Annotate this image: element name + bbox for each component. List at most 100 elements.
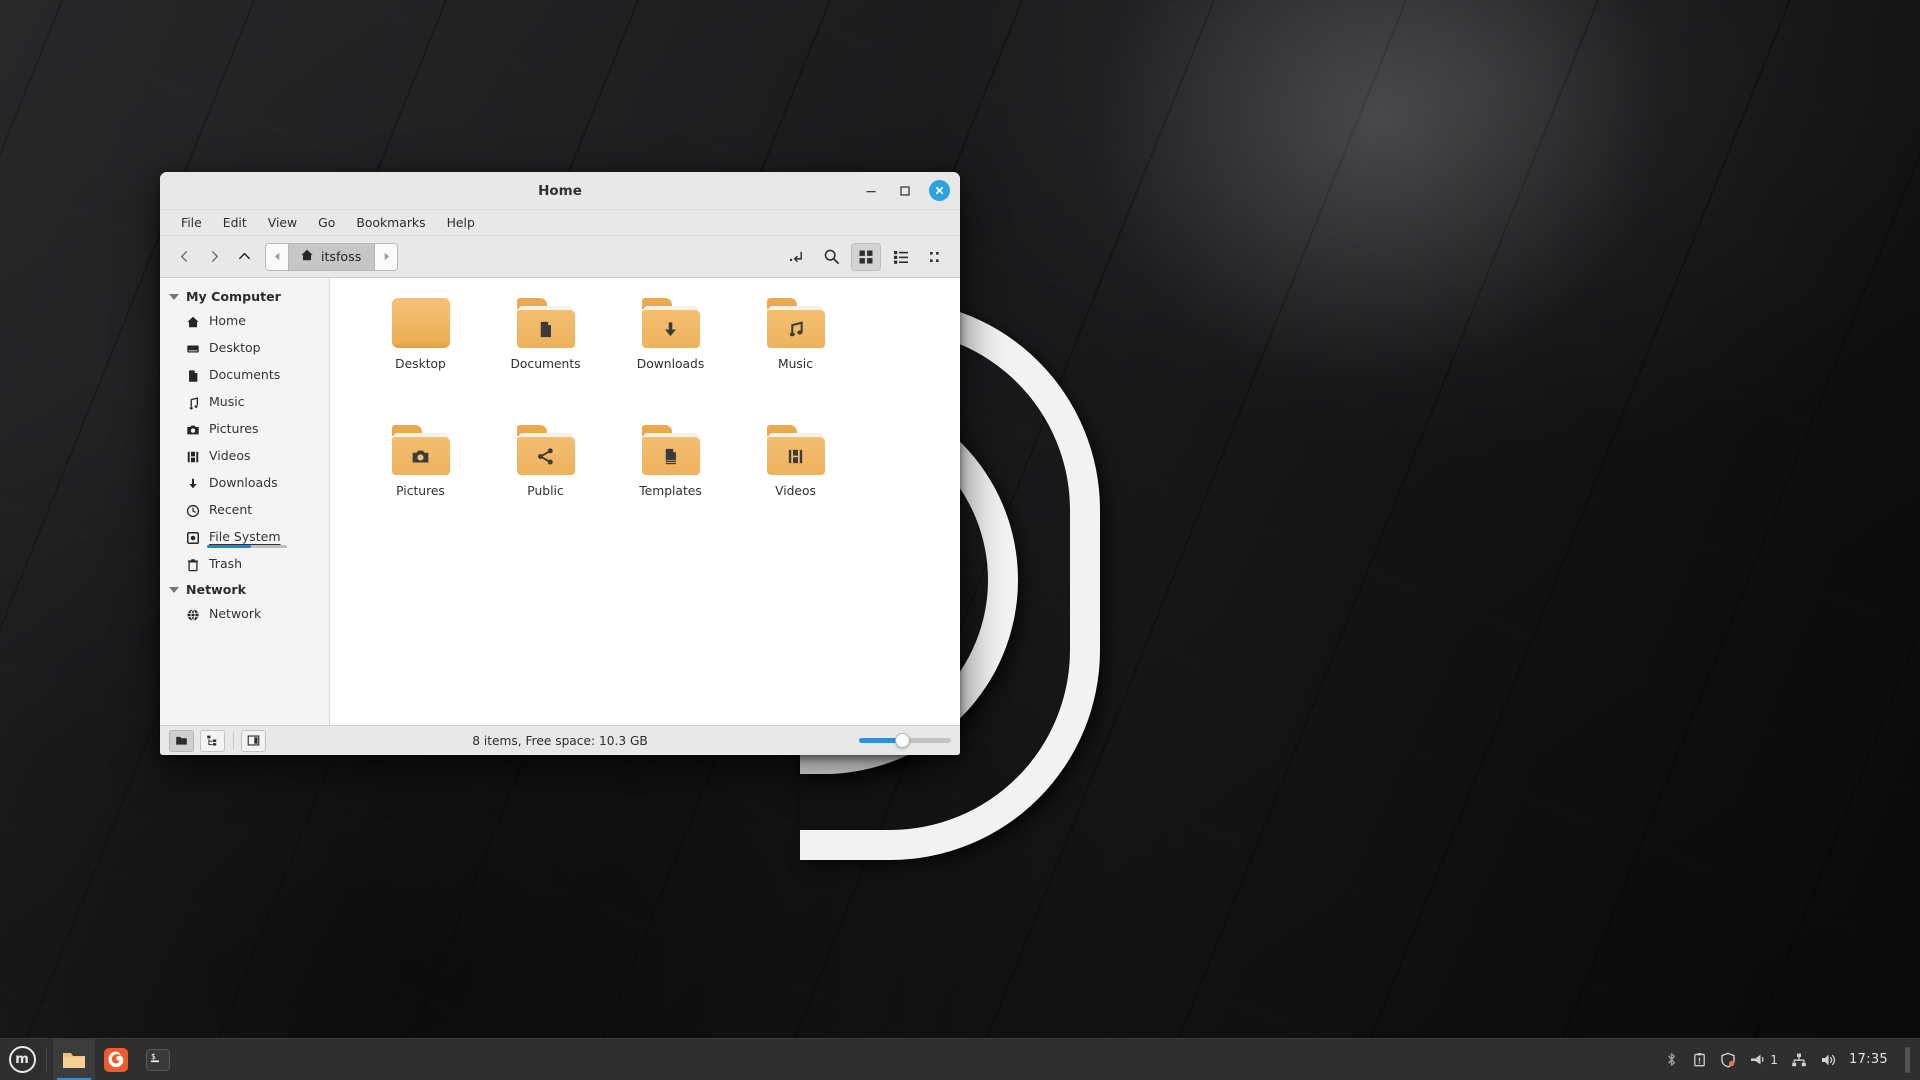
sidebar-group-network[interactable]: Network <box>160 578 329 601</box>
file-item-templates[interactable]: Templates <box>608 421 733 548</box>
file-item-documents[interactable]: Documents <box>483 294 608 421</box>
folder-film-icon <box>767 425 825 475</box>
sidebar-item-label: Pictures <box>209 423 259 436</box>
network-icon[interactable] <box>1791 1052 1807 1068</box>
sidebar-item-trash[interactable]: Trash <box>160 551 329 578</box>
taskbar-item-terminal[interactable]: $ <box>137 1039 179 1080</box>
taskbar[interactable]: m $ <box>0 1038 1920 1080</box>
path-entry-button[interactable] <box>781 243 811 271</box>
menubar[interactable]: File Edit View Go Bookmarks Help <box>160 210 960 236</box>
sidebar-item-network[interactable]: Network <box>160 601 329 628</box>
taskbar-item-file-manager[interactable] <box>53 1039 95 1080</box>
file-grid[interactable]: Desktop Documents <box>330 278 960 725</box>
shield-icon[interactable] <box>1720 1052 1736 1068</box>
taskbar-item-firefox[interactable] <box>95 1039 137 1080</box>
close-button[interactable] <box>929 180 950 201</box>
clock-icon <box>185 503 200 518</box>
notification-bell-icon[interactable] <box>1749 1052 1765 1068</box>
breadcrumb-crumb-itsfoss[interactable]: itsfoss <box>288 244 375 270</box>
maximize-button[interactable] <box>895 181 915 201</box>
system-tray[interactable]: 1 17:35 <box>1664 1047 1920 1073</box>
forward-button[interactable] <box>199 243 229 271</box>
plain-folder-icon <box>392 298 450 348</box>
statusbar-divider <box>233 732 234 749</box>
list-view-button[interactable] <box>886 243 916 271</box>
sidebar-item-label: File System <box>209 531 281 544</box>
folder-camera-icon <box>392 425 450 475</box>
folder-music-icon <box>767 298 825 348</box>
clock[interactable]: 17:35 <box>1849 1052 1888 1067</box>
menu-file[interactable]: File <box>172 213 211 232</box>
expander-triangle-icon[interactable] <box>169 587 179 593</box>
bluetooth-icon[interactable] <box>1664 1052 1679 1067</box>
desktop-icon <box>185 341 200 356</box>
sidebar-group-my-computer[interactable]: My Computer <box>160 285 329 308</box>
sidebar-item-documents[interactable]: Documents <box>160 362 329 389</box>
file-label: Pictures <box>396 484 445 498</box>
sidebar-group-label: My Computer <box>186 289 281 304</box>
file-label: Templates <box>639 484 702 498</box>
panel-grip-handle[interactable] <box>1905 1047 1910 1073</box>
breadcrumb[interactable]: itsfoss <box>265 243 398 271</box>
sidebar[interactable]: My Computer Home Desktop <box>160 278 330 725</box>
sidebar-item-desktop[interactable]: Desktop <box>160 335 329 362</box>
globe-icon <box>185 607 200 622</box>
file-item-downloads[interactable]: Downloads <box>608 294 733 421</box>
start-menu-button[interactable]: m <box>0 1039 44 1080</box>
sidebar-item-file-system[interactable]: File System <box>160 524 329 551</box>
file-item-public[interactable]: Public <box>483 421 608 548</box>
sidebar-item-label: Desktop <box>209 342 261 355</box>
menu-go[interactable]: Go <box>309 213 344 232</box>
file-label: Documents <box>510 357 580 371</box>
breadcrumb-label: itsfoss <box>321 249 361 264</box>
menu-view[interactable]: View <box>259 213 306 232</box>
status-text: 8 items, Free space: 10.3 GB <box>160 734 960 748</box>
file-label: Desktop <box>395 357 446 371</box>
statusbar[interactable]: 8 items, Free space: 10.3 GB <box>160 725 960 755</box>
file-label: Public <box>527 484 563 498</box>
places-view-button[interactable] <box>169 730 194 752</box>
menu-edit[interactable]: Edit <box>214 213 256 232</box>
notification-count: 1 <box>1770 1052 1778 1067</box>
sidebar-item-label: Videos <box>209 450 251 463</box>
trash-icon <box>185 557 200 572</box>
desktop[interactable]: Home File Edit View Go Bookmarks <box>0 0 1920 1080</box>
window-controls[interactable] <box>861 180 950 201</box>
file-item-music[interactable]: Music <box>733 294 858 421</box>
zoom-slider-handle[interactable] <box>895 733 910 748</box>
search-button[interactable] <box>816 243 846 271</box>
breadcrumb-scroll-right-icon[interactable] <box>375 244 397 270</box>
sidebar-item-home[interactable]: Home <box>160 308 329 335</box>
sidebar-item-downloads[interactable]: Downloads <box>160 470 329 497</box>
breadcrumb-scroll-left-icon[interactable] <box>266 244 288 270</box>
window-body: My Computer Home Desktop <box>160 278 960 725</box>
sidebar-item-videos[interactable]: Videos <box>160 443 329 470</box>
up-button[interactable] <box>229 243 259 271</box>
file-item-desktop[interactable]: Desktop <box>358 294 483 421</box>
zoom-slider[interactable] <box>859 732 951 750</box>
window-titlebar[interactable]: Home <box>160 172 960 210</box>
back-button[interactable] <box>169 243 199 271</box>
icon-view-button[interactable] <box>851 243 881 271</box>
compact-view-button[interactable] <box>921 243 951 271</box>
sidebar-item-label: Home <box>209 315 246 328</box>
sidebar-item-recent[interactable]: Recent <box>160 497 329 524</box>
toggle-sidebar-button[interactable] <box>241 730 266 752</box>
toolbar[interactable]: itsfoss <box>160 236 960 278</box>
file-item-videos[interactable]: Videos <box>733 421 858 548</box>
folder-document-icon <box>517 298 575 348</box>
clipboard-icon[interactable] <box>1692 1052 1707 1067</box>
file-item-pictures[interactable]: Pictures <box>358 421 483 548</box>
sidebar-item-label: Recent <box>209 504 252 517</box>
file-manager-window[interactable]: Home File Edit View Go Bookmarks <box>160 172 960 755</box>
document-icon <box>185 368 200 383</box>
volume-icon[interactable] <box>1820 1052 1836 1068</box>
menu-help[interactable]: Help <box>438 213 484 232</box>
sidebar-item-music[interactable]: Music <box>160 389 329 416</box>
mint-logo-icon: m <box>9 1046 36 1073</box>
tree-view-button[interactable] <box>200 730 225 752</box>
minimize-button[interactable] <box>861 181 881 201</box>
menu-bookmarks[interactable]: Bookmarks <box>347 213 434 232</box>
sidebar-item-pictures[interactable]: Pictures <box>160 416 329 443</box>
expander-triangle-icon[interactable] <box>169 294 179 300</box>
